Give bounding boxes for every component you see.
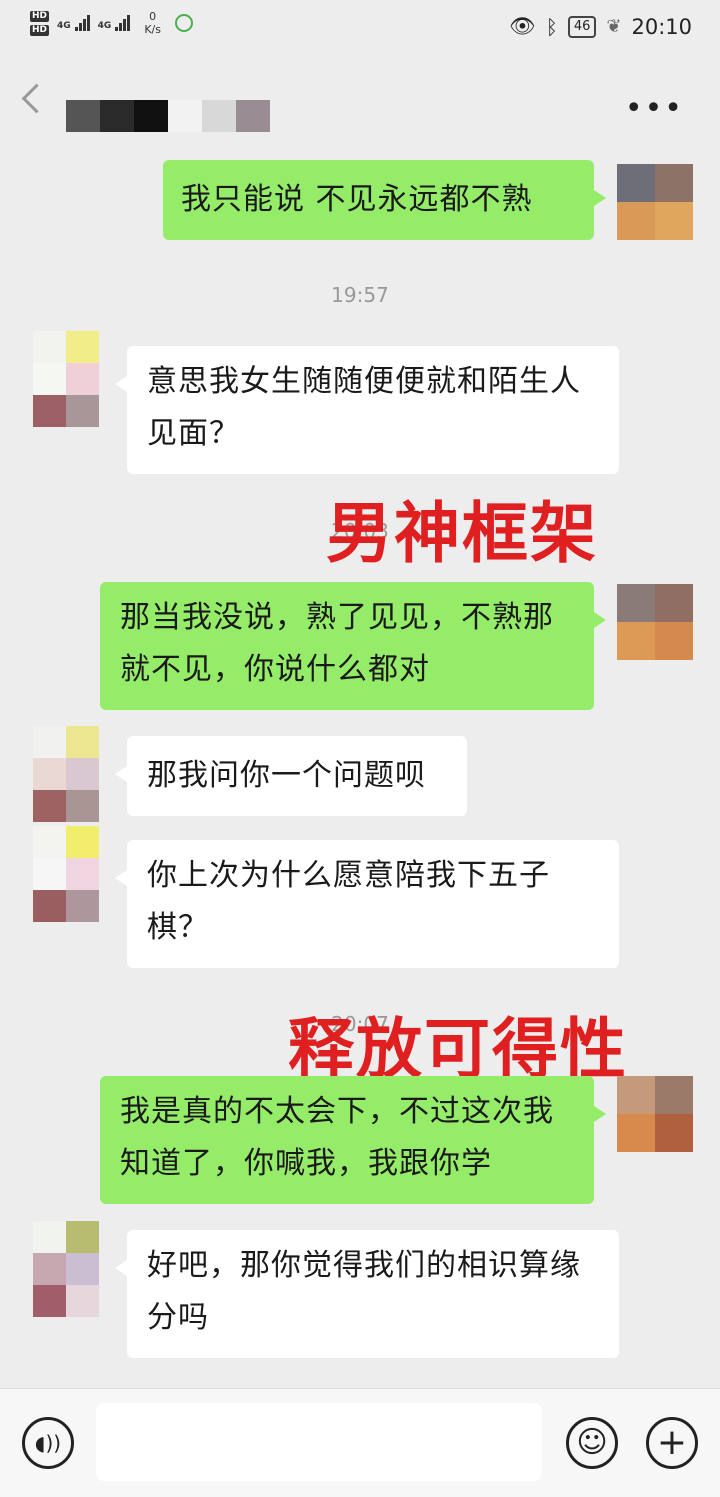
sim1-hd: HD: [30, 10, 50, 22]
back-icon[interactable]: [21, 83, 52, 114]
message-bubble-incoming[interactable]: 你上次为什么愿意陪我下五子棋？: [115, 840, 619, 968]
message-bubble-incoming[interactable]: 好吧，那你觉得我们的相识算缘分吗: [115, 1230, 619, 1358]
signal-1: 4G: [57, 15, 90, 31]
my-avatar[interactable]: [617, 1076, 693, 1152]
chat-header: •••: [0, 58, 720, 156]
input-bar: ◖)) ☺ +: [0, 1388, 720, 1497]
network-speed: 0 K/s: [144, 10, 161, 36]
net1-label: 4G: [57, 21, 71, 31]
more-icon[interactable]: •••: [625, 94, 684, 124]
message-text: 我是真的不太会下，不过这次我知道了，你喊我，我跟你学: [120, 1094, 554, 1181]
contact-name-blurred: [66, 100, 270, 132]
annotation-overlay: 男神框架: [326, 495, 598, 572]
signal-bars-icon: [74, 15, 90, 31]
net2-label: 4G: [97, 21, 112, 31]
plus-icon[interactable]: +: [646, 1417, 698, 1469]
signal-bars-icon: [115, 15, 131, 31]
message-text: 那当我没说，熟了见见，不熟那就不见，你说什么都对: [120, 600, 554, 687]
sim-indicators: HD HD: [30, 10, 50, 36]
status-bar: HD HD 4G 4G 0 K/s 👁 ᛒ 46 ❦ 20:10: [0, 0, 720, 58]
message-text: 意思我女生随随便便就和陌生人见面？: [147, 364, 581, 451]
message-text: 那我问你一个问题呗: [147, 758, 426, 793]
bluetooth-icon: ᛒ: [545, 14, 558, 39]
message-text: 你上次为什么愿意陪我下五子棋？: [147, 858, 550, 945]
message-text: 好吧，那你觉得我们的相识算缘分吗: [147, 1248, 581, 1335]
message-text: 我只能说 不见永远都不熟: [181, 182, 533, 217]
message-bubble-outgoing[interactable]: 那当我没说，熟了见见，不熟那就不见，你说什么都对: [100, 582, 606, 710]
my-avatar[interactable]: [617, 584, 693, 660]
sim2-hd: HD: [30, 24, 50, 36]
message-input[interactable]: [96, 1403, 542, 1481]
battery-icon: 46: [567, 15, 597, 38]
timestamp: 19:57: [331, 283, 389, 307]
contact-avatar[interactable]: [33, 331, 99, 427]
status-right: 👁 ᛒ 46 ❦ 20:10: [509, 14, 692, 39]
my-avatar[interactable]: [617, 164, 693, 240]
eye-icon: 👁: [509, 14, 536, 38]
message-bubble-incoming[interactable]: 那我问你一个问题呗: [115, 736, 467, 816]
contact-avatar[interactable]: [33, 726, 99, 822]
contact-avatar[interactable]: [33, 1221, 99, 1317]
speed-value: 0: [149, 10, 157, 23]
message-bubble-outgoing[interactable]: 我是真的不太会下，不过这次我知道了，你喊我，我跟你学: [100, 1076, 606, 1204]
voice-icon[interactable]: ◖)): [22, 1417, 74, 1469]
leaf-icon: ❦: [606, 16, 622, 37]
contact-avatar[interactable]: [33, 826, 99, 922]
emoji-icon[interactable]: ☺: [566, 1417, 618, 1469]
message-bubble-incoming[interactable]: 意思我女生随随便便就和陌生人见面？: [115, 346, 619, 474]
speed-unit: K/s: [144, 23, 161, 36]
app-status-icon: [174, 14, 193, 32]
clock: 20:10: [631, 14, 692, 39]
message-bubble-outgoing[interactable]: 我只能说 不见永远都不熟: [163, 160, 606, 240]
status-left: HD HD 4G 4G 0 K/s: [30, 10, 193, 36]
signal-2: 4G: [98, 15, 131, 31]
